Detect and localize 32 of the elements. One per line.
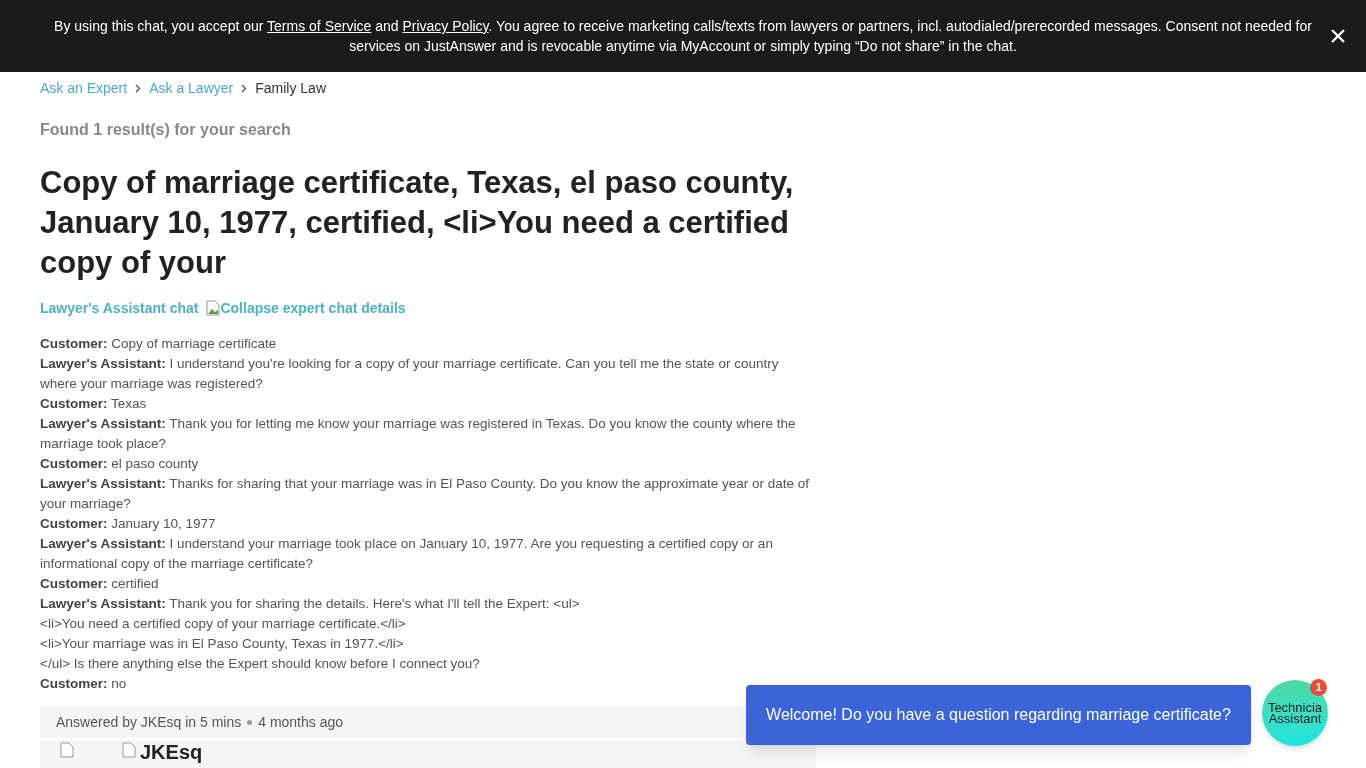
chat-message: Lawyer's Assistant: I understand you're looking for a copy of your marriage certificate. Can you tell me the state or country where your marriage was registered?: [40, 355, 780, 393]
answer-age: 4 months ago: [258, 713, 344, 732]
policy-link[interactable]: Terms of Service: [267, 18, 372, 34]
chat-message: Customer: January 10, 1977: [40, 515, 217, 533]
chevron-icon: [241, 83, 248, 93]
broken-image-icon: [60, 742, 74, 758]
close-button[interactable]: ×: [1326, 24, 1350, 48]
chat-message: Lawyer's Assistant: I understand your marriage took place on January 10, 1977. Are you requesting a certified copy or an informational copy of the marriage certificate?: [40, 535, 774, 573]
avatar-alt-text: Technicia Assistant: [1266, 702, 1324, 724]
chat-message: Lawyer's Assistant: Thanks for sharing that your marriage was in El Paso County. Do you know the approximate year or date of your marriage?: [40, 475, 811, 513]
chat-message: Customer: el paso county: [40, 455, 200, 473]
chat-message: Customer: certified: [40, 575, 160, 593]
broken-image-icon: [206, 300, 221, 316]
broken-image-icon: [122, 742, 136, 758]
page-title: Copy of marriage certificate, Texas, el paso county, January 10, 1977, certified, <li>You need a certified copy of your: [40, 164, 795, 282]
chat-welcome-bubble[interactable]: Welcome! Do you have a question regarding marriage certificate?: [746, 684, 1251, 745]
breadcrumb-current: Family Law: [255, 79, 326, 98]
chat-message: Lawyer's Assistant: Thank you for sharing the details. Here's what I'll tell the Expert: <ul> <li>You need a certified copy of your marriage certificate.</li> <li>Your marriage was in El Paso County, Texas in 1977.</li> </ul> Is there anything else the Expert should know before I connect you?: [40, 595, 581, 673]
expert-name: JKEsq: [140, 742, 203, 762]
answered-by-text: Answered by JKEsq in 5 mins: [56, 713, 242, 732]
chat-message: Customer: Copy of marriage certificate: [40, 335, 278, 353]
chat-message: Customer: Texas: [40, 395, 148, 413]
breadcrumb-link[interactable]: Ask an Expert: [40, 78, 128, 98]
chat-message: Customer: no: [40, 675, 128, 693]
assistant-avatar[interactable]: Technicia Assistant 1: [1262, 680, 1328, 746]
chevron-icon: [135, 83, 142, 93]
result-count: Found 1 result(s) for your search: [40, 120, 292, 140]
notification-badge: 1: [1310, 679, 1327, 696]
policy-link[interactable]: Privacy Policy: [402, 18, 489, 34]
consent-text: By using this chat, you accept our Terms of Service and Privacy Policy. You agree to receive marketing calls/texts from lawyers or partners, incl. autodialed/prerecorded messages. Consent not needed for services on JustAnswer and is revocable anytime via MyAccount or simply typing “Do not share” in the chat.: [53, 17, 1313, 56]
chat-message: Lawyer's Assistant: Thank you for letting me know your marriage was registered in Texas. Do you know the county where the marriage took place?: [40, 415, 797, 453]
breadcrumb-link[interactable]: Ask a Lawyer: [149, 78, 234, 98]
